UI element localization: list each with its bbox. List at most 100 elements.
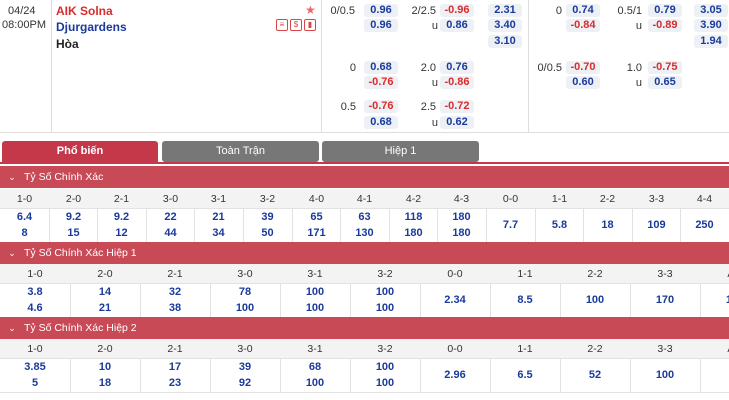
chevron-down-icon[interactable]: ⌄ <box>0 242 24 264</box>
odds-value-away[interactable]: 5 <box>0 377 70 389</box>
odds-value-home[interactable]: 100 <box>350 286 420 298</box>
odds-value-home[interactable]: 21 <box>194 211 243 223</box>
odds-value-away[interactable]: 180 <box>437 227 486 239</box>
away-team[interactable]: Djurgardens <box>56 20 127 34</box>
odds-value[interactable]: 109 <box>632 219 681 231</box>
tab-full-match[interactable]: Toàn Trận <box>162 141 319 162</box>
h1-ou-under-odds[interactable]: -0.89 <box>648 19 682 32</box>
ah-away-odds[interactable]: 0.96 <box>364 19 398 32</box>
chevron-down-icon[interactable]: ⌄ <box>0 317 24 339</box>
ou-alt2-under-odds[interactable]: 0.62 <box>440 116 474 129</box>
section-header[interactable]: ⌄ Tỷ Số Chính Xác Hiệp 1 <box>0 242 729 264</box>
h1-x12-away-odds[interactable]: 3.90 <box>694 19 728 32</box>
odds-value-away[interactable]: 34 <box>194 227 243 239</box>
ah-alt2-away-odds[interactable]: 0.68 <box>364 116 398 129</box>
h1-ou-alt-under-odds[interactable]: 0.65 <box>648 76 682 89</box>
odds-value-away[interactable]: 23 <box>140 377 210 389</box>
h1-ah-alt-away-odds[interactable]: 0.60 <box>566 76 600 89</box>
dollar-icon[interactable]: $ <box>290 19 302 31</box>
odds-value[interactable]: 250 <box>680 219 729 231</box>
odds-value-home[interactable]: 17 <box>140 361 210 373</box>
odds-value[interactable]: 100 <box>560 294 630 306</box>
odds-value-home[interactable]: 68 <box>280 361 350 373</box>
odds-value-away[interactable]: 18 <box>70 377 140 389</box>
odds-value[interactable]: 18 <box>583 219 632 231</box>
odds-value[interactable]: 170 <box>630 294 700 306</box>
ah-alt1-away-odds[interactable]: -0.76 <box>364 76 398 89</box>
odds-value[interactable]: 2.34 <box>420 294 490 306</box>
ah-alt2-home-odds[interactable]: -0.76 <box>364 100 398 113</box>
odds-value-home[interactable]: 9.2 <box>97 211 146 223</box>
odds-value-home[interactable]: 3.85 <box>0 361 70 373</box>
odds-value-home[interactable]: 180 <box>437 211 486 223</box>
odds-value-away[interactable]: 50 <box>243 227 292 239</box>
odds-value-home[interactable]: 39 <box>243 211 292 223</box>
h1-ah-away-odds[interactable]: -0.84 <box>566 19 600 32</box>
odds-value-away[interactable]: 130 <box>340 227 389 239</box>
tab-popular[interactable]: Phổ biến <box>2 141 158 162</box>
odds-value-away[interactable]: 12 <box>97 227 146 239</box>
odds-value[interactable]: 100 <box>630 369 700 381</box>
h1-x12-home-odds[interactable]: 3.05 <box>694 4 728 17</box>
h1-ou-over-odds[interactable]: 0.79 <box>648 4 682 17</box>
odds-value-away[interactable]: 100 <box>350 377 420 389</box>
ou-alt2-over-odds[interactable]: -0.72 <box>440 100 474 113</box>
ou-alt1-under-odds[interactable]: -0.86 <box>440 76 474 89</box>
odds-value-home[interactable]: 118 <box>389 211 438 223</box>
h1-ah-alt-home-odds[interactable]: -0.70 <box>566 61 600 74</box>
odds-value-home[interactable]: 9.2 <box>49 211 98 223</box>
ou-alt1-over-odds[interactable]: 0.76 <box>440 61 474 74</box>
x12-draw-odds[interactable]: 3.10 <box>488 35 522 48</box>
ah-alt1-home-odds[interactable]: 0.68 <box>364 61 398 74</box>
ou-under-odds[interactable]: 0.86 <box>440 19 474 32</box>
odds-value-away[interactable]: 100 <box>280 302 350 314</box>
favorite-star-icon[interactable]: ★ <box>305 3 316 17</box>
odds-value-away[interactable]: 100 <box>210 302 280 314</box>
home-team[interactable]: AIK Solna <box>56 4 113 18</box>
odds-value-away[interactable]: 15 <box>49 227 98 239</box>
chevron-down-icon[interactable]: ⌄ <box>0 166 24 188</box>
odds-value-home[interactable]: 22 <box>146 211 195 223</box>
odds-value[interactable]: 8.5 <box>490 294 560 306</box>
odds-value[interactable]: 52 <box>560 369 630 381</box>
odds-value[interactable]: 5.8 <box>535 219 584 231</box>
odds-value-away[interactable]: 21 <box>70 302 140 314</box>
odds-value-home[interactable]: 6.4 <box>0 211 49 223</box>
h1-x12-draw-odds[interactable]: 1.94 <box>694 35 728 48</box>
odds-value-away[interactable]: 44 <box>146 227 195 239</box>
odds-value-home[interactable]: 100 <box>350 361 420 373</box>
odds-value-home[interactable]: 3.8 <box>0 286 70 298</box>
odds-value-home[interactable]: 32 <box>140 286 210 298</box>
h1-ah-home-odds[interactable]: 0.74 <box>566 4 600 17</box>
x12-away-odds[interactable]: 3.40 <box>488 19 522 32</box>
odds-value-away[interactable]: 100 <box>280 377 350 389</box>
odds-value[interactable]: 2.96 <box>420 369 490 381</box>
odds-value[interactable]: 6.5 <box>490 369 560 381</box>
ah-home-odds[interactable]: 0.96 <box>364 4 398 17</box>
odds-value-home[interactable]: 10 <box>70 361 140 373</box>
odds-value-home[interactable]: 65 <box>292 211 341 223</box>
tab-first-half[interactable]: Hiệp 1 <box>322 141 479 162</box>
h1-ou-alt-over-odds[interactable]: -0.75 <box>648 61 682 74</box>
section-header[interactable]: ⌄ Tỷ Số Chính Xác Hiệp 2 <box>0 317 729 339</box>
odds-value-home[interactable]: 14 <box>70 286 140 298</box>
odds-value-away[interactable]: 180 <box>389 227 438 239</box>
odds-value-home[interactable]: 63 <box>340 211 389 223</box>
odds-value-away[interactable]: 38 <box>140 302 210 314</box>
x12-home-odds[interactable]: 2.31 <box>488 4 522 17</box>
odds-value-away[interactable]: 4.6 <box>0 302 70 314</box>
ou-over-odds[interactable]: -0.96 <box>440 4 474 17</box>
odds-value-away[interactable]: 171 <box>292 227 341 239</box>
odds-value[interactable]: 25 <box>700 369 729 381</box>
odds-value-away[interactable]: 100 <box>350 302 420 314</box>
odds-value-home[interactable]: 78 <box>210 286 280 298</box>
odds-value-away[interactable]: 8 <box>0 227 49 239</box>
bar-chart-icon[interactable]: ▮ <box>304 19 316 31</box>
section-header[interactable]: ⌄ Tỷ Số Chính Xác <box>0 166 729 188</box>
odds-value[interactable]: 100 <box>700 294 729 306</box>
stats-icon[interactable]: ≡ <box>276 19 288 31</box>
odds-value[interactable]: 7.7 <box>486 219 535 231</box>
odds-value-home[interactable]: 39 <box>210 361 280 373</box>
odds-value-away[interactable]: 92 <box>210 377 280 389</box>
odds-value-home[interactable]: 100 <box>280 286 350 298</box>
